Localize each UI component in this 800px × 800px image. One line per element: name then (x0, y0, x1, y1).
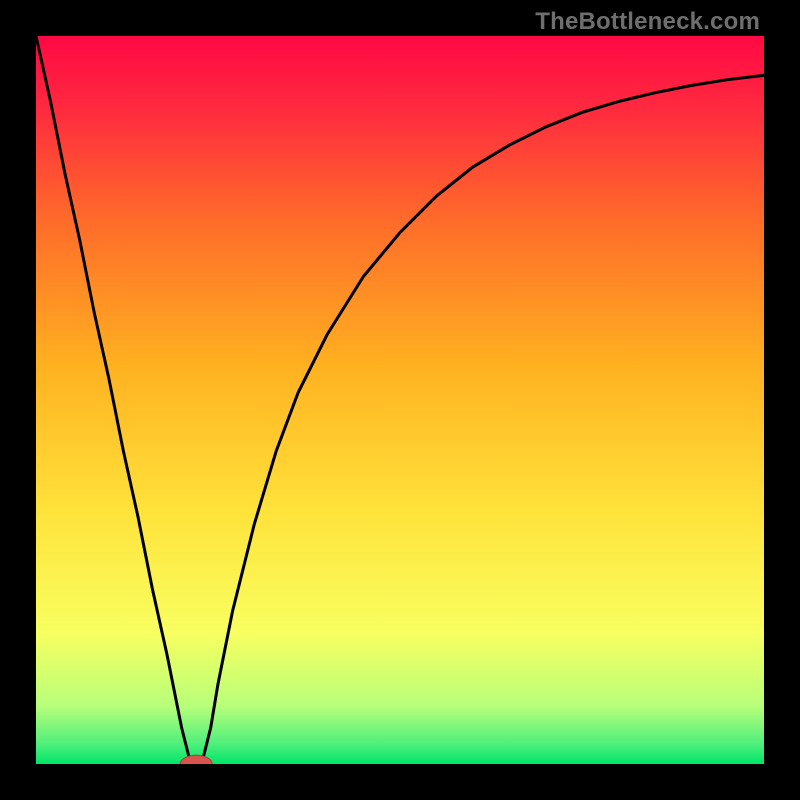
gradient-background (36, 36, 764, 764)
watermark-text: TheBottleneck.com (535, 8, 760, 36)
plot-area (36, 36, 764, 764)
chart-svg (36, 36, 764, 764)
chart-frame: TheBottleneck.com (0, 0, 800, 800)
